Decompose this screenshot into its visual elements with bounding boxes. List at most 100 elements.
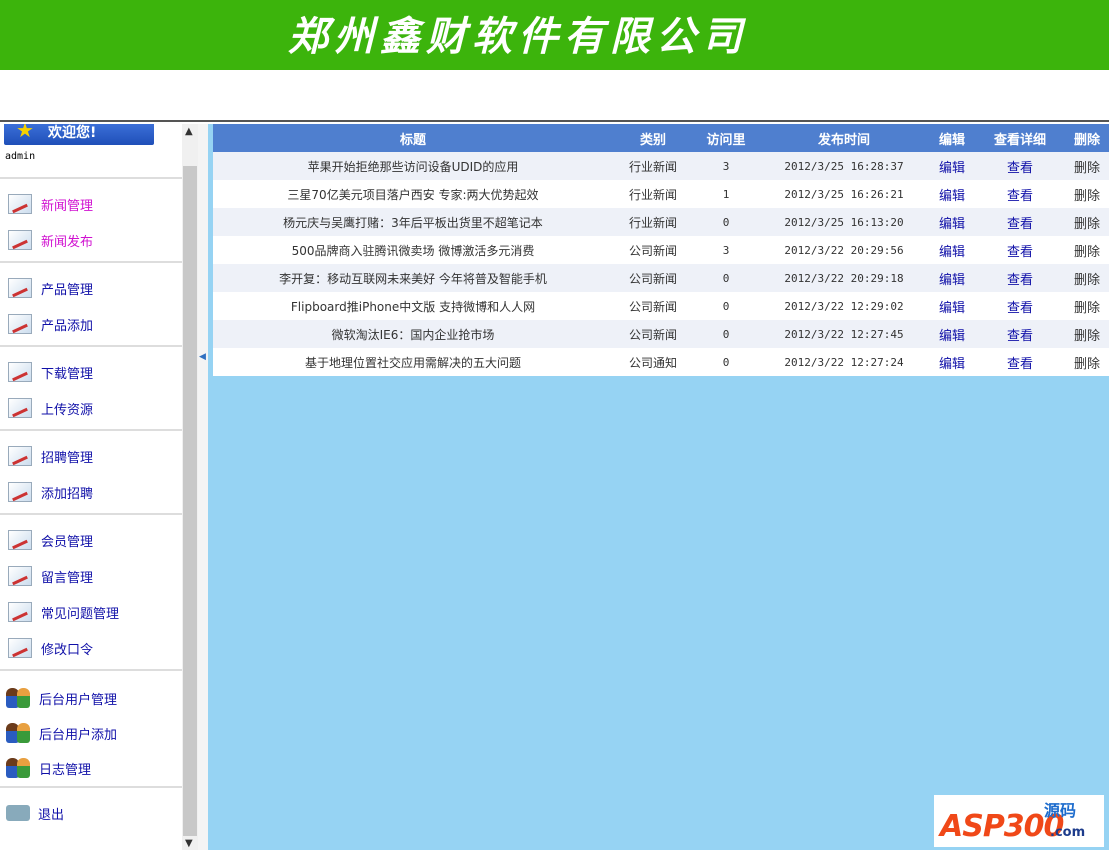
column-header: 发布时间 — [759, 124, 929, 152]
title-cell: 三星70亿美元项目落户西安 专家:两大优势起效 — [287, 187, 539, 202]
edit-doc-icon — [8, 566, 32, 586]
table-row: 杨元庆与吴鹰打赌：3年后平板出货里不超笔记本 行业新闻 0 2012/3/25 16:… — [213, 208, 1109, 236]
delete-link[interactable]: 删除 — [1065, 208, 1109, 236]
category-cell: 公司新闻 — [628, 299, 677, 314]
view-link[interactable]: 查看 — [1007, 189, 1033, 204]
views-cell: 3 — [722, 243, 730, 257]
menu-divider — [0, 177, 182, 179]
welcome-text: 欢迎您! — [48, 125, 97, 141]
sidebar-item[interactable]: 常见问题管理 — [0, 597, 182, 627]
sidebar-item[interactable]: 退出 — [0, 798, 182, 828]
menu-divider — [0, 513, 182, 515]
edit-link[interactable]: 编辑 — [939, 329, 965, 344]
edit-link[interactable]: 编辑 — [939, 161, 965, 176]
sidebar-item[interactable]: 产品管理 — [0, 273, 182, 303]
company-title: 郑州鑫财软件有限公司 — [288, 13, 748, 60]
title-cell: 500品牌商入驻腾讯微卖场 微博激活多元消费 — [291, 243, 535, 258]
sidebar-item-label: 退出 — [38, 807, 65, 823]
scroll-up-icon[interactable]: ▲ — [185, 126, 193, 137]
scroll-thumb[interactable] — [183, 166, 197, 836]
table-row: 李开复：移动互联网未来美好 今年将普及智能手机 公司新闻 0 2012/3/22 20… — [213, 264, 1109, 292]
sidebar-item[interactable]: 留言管理 — [0, 561, 182, 591]
category-cell: 行业新闻 — [613, 208, 693, 236]
sidebar-item[interactable]: 添加招聘 — [0, 477, 182, 507]
sidebar-item-label: 添加招聘 — [41, 486, 94, 502]
column-header: 访问里 — [693, 124, 759, 152]
sidebar-item[interactable]: 下载管理 — [0, 357, 182, 387]
title-cell: 基于地理位置社交应用需解决的五大问题 — [304, 355, 521, 370]
table-row: Flipboard推iPhone中文版 支持微博和人人网 公司新闻 0 2012/3/… — [213, 292, 1109, 320]
sidebar-item[interactable]: 后台用户管理 — [0, 683, 182, 713]
edit-doc-icon — [8, 278, 32, 298]
edit-doc-icon — [8, 482, 32, 502]
views-cell: 0 — [722, 355, 730, 369]
sidebar-item[interactable]: 修改口令 — [0, 633, 182, 663]
delete-link[interactable]: 删除 — [1065, 180, 1109, 208]
sidebar-item-label: 上传资源 — [41, 402, 94, 418]
view-link[interactable]: 查看 — [1007, 245, 1033, 260]
delete-link[interactable]: 删除 — [1065, 292, 1109, 320]
column-header: 删除 — [1065, 124, 1109, 152]
view-link[interactable]: 查看 — [1007, 273, 1033, 288]
table-row: 三星70亿美元项目落户西安 专家:两大优势起效 行业新闻 1 2012/3/25 16… — [213, 180, 1109, 208]
collapse-arrow-icon[interactable]: ◀ — [199, 352, 206, 362]
title-cell: Flipboard推iPhone中文版 支持微博和人人网 — [290, 299, 536, 314]
sidebar-item[interactable]: 新闻管理 — [0, 189, 182, 219]
sidebar-item-label: 后台用户管理 — [39, 692, 118, 708]
sidebar-item[interactable]: 上传资源 — [0, 393, 182, 423]
exit-icon — [6, 805, 30, 821]
sidebar-item-label: 产品管理 — [41, 282, 94, 298]
scroll-down-icon[interactable]: ▼ — [185, 838, 193, 849]
edit-link[interactable]: 编辑 — [939, 245, 965, 260]
title-cell: 微软淘汰IE6：国内企业抢市场 — [213, 320, 613, 348]
date-cell: 2012/3/22 20:29:56 — [784, 243, 904, 257]
view-link[interactable]: 查看 — [1007, 329, 1033, 344]
date-cell: 2012/3/25 16:28:37 — [759, 152, 929, 180]
sidebar-item-label: 下载管理 — [41, 366, 94, 382]
title-cell: 杨元庆与吴鹰打赌：3年后平板出货里不超笔记本 — [213, 208, 613, 236]
views-cell: 0 — [693, 264, 759, 292]
edit-link[interactable]: 编辑 — [939, 357, 965, 372]
sidebar-item-label: 修改口令 — [41, 642, 94, 658]
table-row: 微软淘汰IE6：国内企业抢市场 公司新闻 0 2012/3/22 12:27:45 编辑… — [213, 320, 1109, 348]
sidebar-item[interactable]: 新闻发布 — [0, 225, 182, 255]
sidebar-item-label: 招聘管理 — [41, 450, 94, 466]
date-cell: 2012/3/22 20:29:18 — [759, 264, 929, 292]
edit-link[interactable]: 编辑 — [939, 273, 965, 288]
logo-domain: .com — [1050, 825, 1086, 840]
sidebar-item-label: 后台用户添加 — [39, 727, 118, 743]
sidebar-item-label: 新闻管理 — [41, 198, 94, 214]
column-header: 标题 — [213, 124, 613, 152]
date-cell: 2012/3/22 12:27:24 — [784, 355, 904, 369]
asp300-watermark-logo: ASP300 源码 .com — [934, 795, 1104, 847]
view-link[interactable]: 查看 — [1007, 301, 1033, 316]
table-row: 500品牌商入驻腾讯微卖场 微博激活多元消费 公司新闻 3 2012/3/22 20:… — [213, 236, 1109, 264]
delete-link[interactable]: 删除 — [1065, 152, 1109, 180]
sidebar-item[interactable]: 后台用户添加 — [0, 718, 182, 748]
edit-link[interactable]: 编辑 — [939, 301, 965, 316]
views-cell: 0 — [722, 299, 730, 313]
view-link[interactable]: 查看 — [1007, 161, 1033, 176]
edit-doc-icon — [8, 602, 32, 622]
edit-link[interactable]: 编辑 — [939, 217, 965, 232]
date-cell: 2012/3/25 16:13:20 — [759, 208, 929, 236]
sidebar-item[interactable]: 招聘管理 — [0, 441, 182, 471]
sidebar-scrollbar[interactable]: ▲ ▼ — [182, 124, 198, 850]
delete-link[interactable]: 删除 — [1065, 264, 1109, 292]
column-header: 类别 — [613, 124, 693, 152]
sidebar-splitter[interactable]: ◀ — [198, 124, 208, 850]
sidebar-item[interactable]: 产品添加 — [0, 309, 182, 339]
category-cell: 公司新闻 — [613, 264, 693, 292]
delete-link[interactable]: 删除 — [1065, 348, 1109, 376]
date-cell: 2012/3/22 12:27:45 — [759, 320, 929, 348]
title-cell: 李开复：移动互联网未来美好 今年将普及智能手机 — [213, 264, 613, 292]
sidebar-item[interactable]: 日志管理 — [0, 753, 182, 783]
delete-link[interactable]: 删除 — [1065, 320, 1109, 348]
view-link[interactable]: 查看 — [1007, 357, 1033, 372]
delete-link[interactable]: 删除 — [1065, 236, 1109, 264]
sidebar-item[interactable]: 会员管理 — [0, 525, 182, 555]
category-cell: 行业新闻 — [613, 152, 693, 180]
edit-link[interactable]: 编辑 — [939, 189, 965, 204]
view-link[interactable]: 查看 — [1007, 217, 1033, 232]
edit-doc-icon — [8, 314, 32, 334]
